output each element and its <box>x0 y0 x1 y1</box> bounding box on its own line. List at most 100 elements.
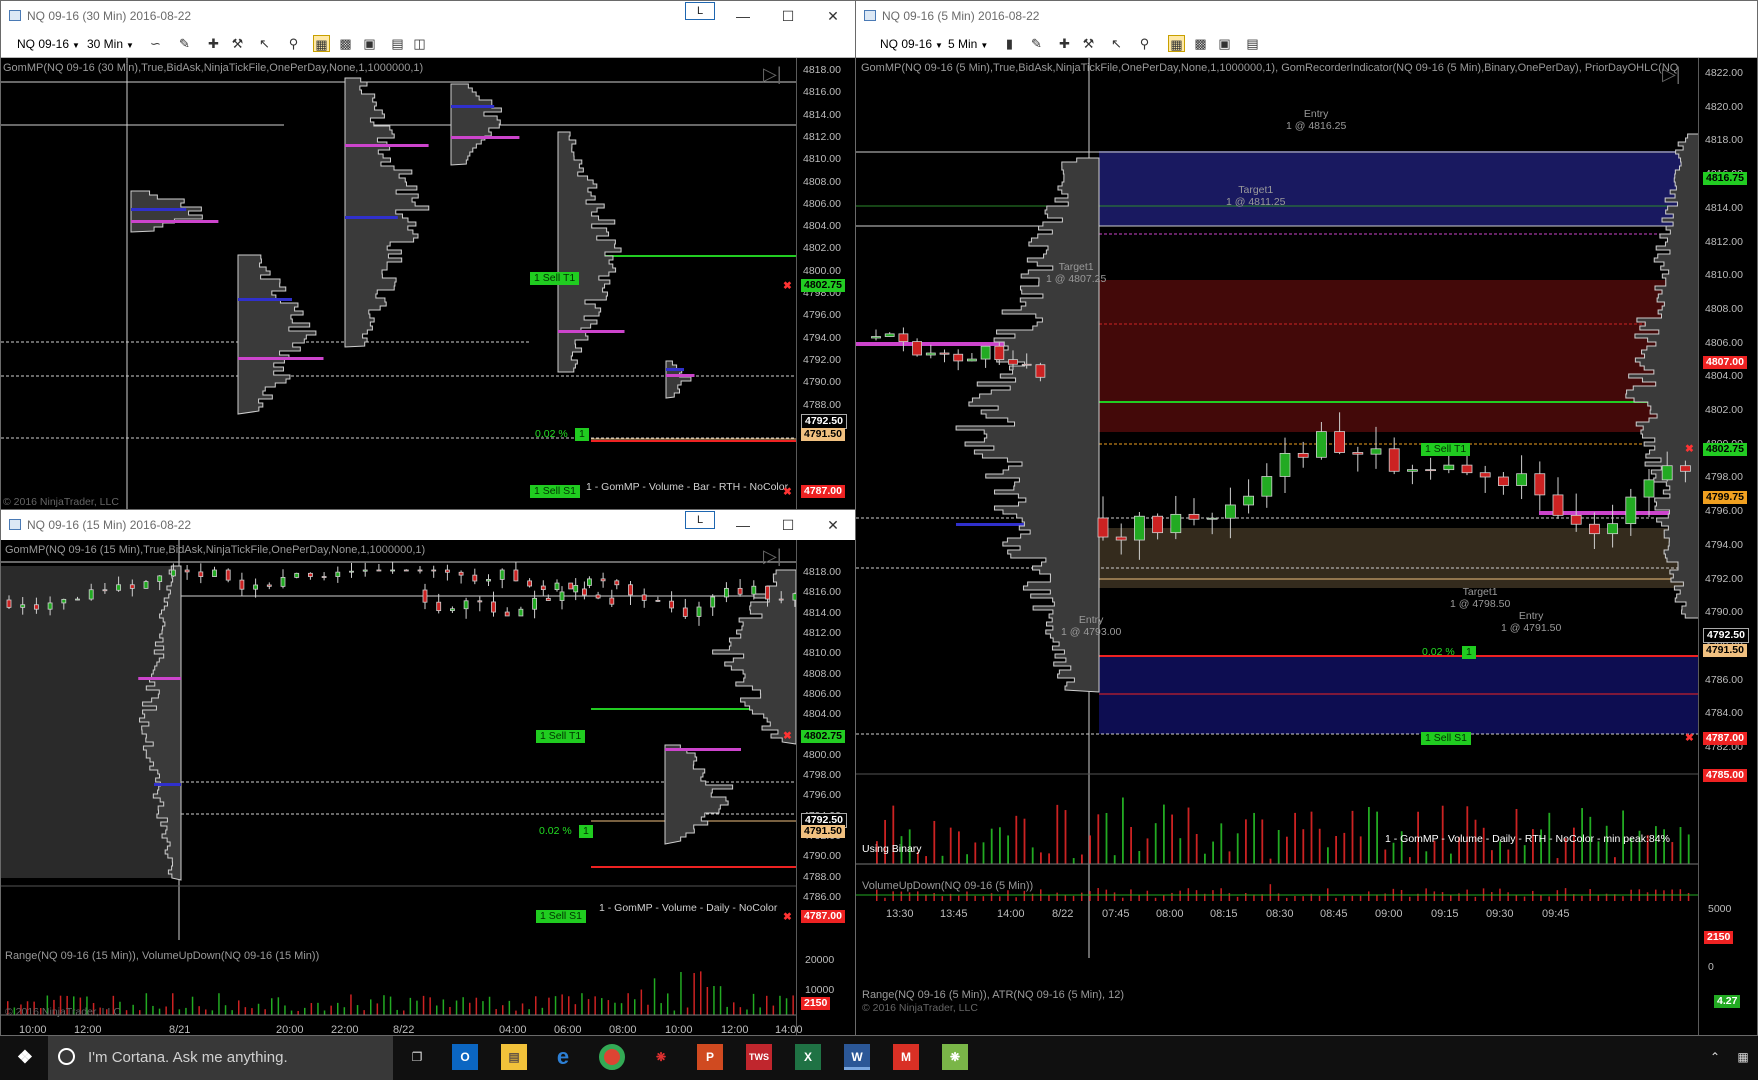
price-tick: 4804.00 <box>1705 370 1743 383</box>
candle <box>1407 469 1418 472</box>
close-order-icon[interactable]: ✖ <box>783 280 792 292</box>
link-button[interactable]: L <box>685 2 715 20</box>
trade-annotation: Target1 1 @ 4798.50 <box>1450 586 1510 610</box>
strategy-icon[interactable]: ⚒ <box>229 35 246 52</box>
strategy-icon[interactable]: ⚒ <box>1080 35 1097 52</box>
properties-icon[interactable]: ▤ <box>1244 35 1261 52</box>
sell-stop-order[interactable]: 1 Sell S1 <box>1421 732 1472 745</box>
maximize-button[interactable]: ☐ <box>768 1 808 31</box>
drawing-tool-icon[interactable]: ✎ <box>1028 35 1045 52</box>
chart-toolbar: NQ 09-16 ▼ 5 Min ▼ ▮ ✎ ✚ ⚒ ↖ ⚲ ▦ ▩ ▣ ▤ <box>856 31 1757 58</box>
powerpoint-icon[interactable]: P <box>697 1044 723 1070</box>
snapshot-icon[interactable]: ▣ <box>1216 35 1233 52</box>
volume-bar <box>1302 829 1305 864</box>
add-indicator-icon[interactable]: ✚ <box>205 35 222 52</box>
sell-target-order[interactable]: 1 Sell T1 <box>536 730 586 743</box>
tray-chevron-icon[interactable]: ⌃ <box>1702 1044 1728 1070</box>
acrobat-icon[interactable]: ❋ <box>648 1044 674 1070</box>
candle <box>1021 363 1032 366</box>
sell-target-order[interactable]: 1 Sell T1 <box>530 272 580 285</box>
title-bar[interactable]: NQ 09-16 (5 Min) 2016-08-22 <box>856 1 1757 31</box>
add-indicator-icon[interactable]: ✚ <box>1056 35 1073 52</box>
interval-selector[interactable]: 30 Min ▼ <box>87 35 134 53</box>
close-order-icon[interactable]: ✖ <box>1685 732 1694 744</box>
title-bar[interactable]: NQ 09-16 (15 Min) 2016-08-22 L — ☐ ✕ <box>1 510 855 540</box>
expand-arrow-icon[interactable]: ▷| <box>763 546 782 567</box>
chart-window-5min[interactable]: NQ 09-16 (5 Min) 2016-08-22 NQ 09-16 ▼ 5 … <box>855 0 1758 1036</box>
range-bar <box>1359 895 1362 901</box>
range-bar <box>1236 896 1239 901</box>
order-label: 1 Sell S1 <box>540 910 583 922</box>
interval-selector[interactable]: 5 Min ▼ <box>948 35 988 53</box>
close-order-icon[interactable]: ✖ <box>1685 443 1694 455</box>
chart-style-icon[interactable]: ∽ <box>147 35 164 52</box>
drawing-tool-icon[interactable]: ✎ <box>176 35 193 52</box>
zoom-icon[interactable]: ⚲ <box>1136 35 1153 52</box>
chart-window-15min[interactable]: NQ 09-16 (15 Min) 2016-08-22 L — ☐ ✕ Gom… <box>0 509 856 1036</box>
volume-bar <box>1220 823 1223 864</box>
volume-bar <box>343 1007 346 1015</box>
title-bar[interactable]: NQ 09-16 (30 Min) 2016-08-22 L — ☐ ✕ <box>1 1 855 31</box>
link-button[interactable]: L <box>685 511 715 529</box>
word-icon[interactable]: W <box>844 1044 870 1070</box>
price-chart-canvas[interactable] <box>1 58 856 510</box>
volume-bar <box>469 1002 471 1015</box>
minimize-button[interactable]: — <box>723 510 763 540</box>
snapshot-icon[interactable]: ▣ <box>361 35 378 52</box>
zoom-icon[interactable]: ⚲ <box>285 35 302 52</box>
panel-icon[interactable]: ◫ <box>411 35 428 52</box>
price-tick: 4816.00 <box>803 86 841 99</box>
close-button[interactable]: ✕ <box>813 1 853 31</box>
minimize-button[interactable]: — <box>723 1 763 31</box>
sell-stop-order[interactable]: 1 Sell S1 <box>530 485 581 498</box>
properties-icon[interactable]: ▤ <box>389 35 406 52</box>
candle <box>554 582 560 591</box>
pointer-icon[interactable]: ↖ <box>1108 35 1125 52</box>
excel-icon[interactable]: X <box>795 1044 821 1070</box>
price-tag-high: 4816.75 <box>1703 172 1747 185</box>
close-button[interactable]: ✕ <box>813 510 853 540</box>
chart-style-icon[interactable]: ▮ <box>1001 35 1018 52</box>
task-view-icon[interactable]: ❐ <box>404 1044 430 1070</box>
expand-arrow-icon[interactable]: ▷| <box>1662 64 1681 85</box>
chart-trader-icon[interactable]: ▦ <box>313 35 330 52</box>
range-bar <box>1523 896 1526 901</box>
candle <box>1479 472 1491 478</box>
instrument-selector[interactable]: NQ 09-16 ▼ <box>17 35 80 53</box>
price-tick: 4784.00 <box>1705 707 1743 720</box>
outlook-icon[interactable]: O <box>452 1044 478 1070</box>
price-chart-panel[interactable]: GomMP(NQ 09-16 (5 Min),True,BidAsk,Ninja… <box>856 58 1757 1035</box>
chart-trader-icon[interactable]: ▦ <box>1168 35 1185 52</box>
instrument-selector[interactable]: NQ 09-16 ▼ <box>880 35 943 53</box>
windows-start-icon[interactable]: ❖ <box>12 1044 38 1070</box>
maximize-button[interactable]: ☐ <box>768 510 808 540</box>
close-order-icon[interactable]: ✖ <box>783 730 792 742</box>
chart-window-30min[interactable]: NQ 09-16 (30 Min) 2016-08-22 L — ☐ ✕ NQ … <box>0 0 856 510</box>
data-box-icon[interactable]: ▩ <box>1192 35 1209 52</box>
close-order-icon[interactable]: ✖ <box>783 486 792 498</box>
price-chart-panel[interactable]: GomMP(NQ 09-16 (30 Min),True,BidAsk,Ninj… <box>1 58 855 509</box>
chrome-icon[interactable] <box>599 1044 625 1070</box>
volume-bar <box>1056 804 1059 864</box>
annotation-detail: 1 @ 4791.50 <box>1501 622 1562 634</box>
price-chart-panel[interactable]: GomMP(NQ 09-16 (15 Min),True,BidAsk,Ninj… <box>1 540 855 1035</box>
sell-stop-order[interactable]: 1 Sell S1 <box>536 910 587 923</box>
sell-target-order[interactable]: 1 Sell T1 <box>1421 443 1471 456</box>
price-tick: 4810.00 <box>803 647 841 660</box>
range-bar <box>1228 893 1231 901</box>
gmail-icon[interactable]: M <box>893 1044 919 1070</box>
range-bar <box>1556 890 1559 901</box>
network-icon[interactable]: ▦ <box>1730 1044 1756 1070</box>
volume-bar <box>337 1002 339 1015</box>
tws-icon[interactable]: TWS <box>746 1044 772 1070</box>
expand-arrow-icon[interactable]: ▷| <box>763 64 782 85</box>
price-axis[interactable]: 4822.004820.004818.004816.004814.004812.… <box>1698 58 1757 1035</box>
cortana-search-box[interactable]: I'm Cortana. Ask me anything. <box>48 1036 393 1080</box>
range-bar <box>1474 896 1477 901</box>
edge-icon[interactable]: e <box>550 1044 576 1070</box>
file-explorer-icon[interactable]: ▤ <box>501 1044 527 1070</box>
close-order-icon[interactable]: ✖ <box>783 911 792 923</box>
pointer-icon[interactable]: ↖ <box>256 35 273 52</box>
ninjatrader-icon[interactable]: ❋ <box>942 1044 968 1070</box>
data-box-icon[interactable]: ▩ <box>337 35 354 52</box>
